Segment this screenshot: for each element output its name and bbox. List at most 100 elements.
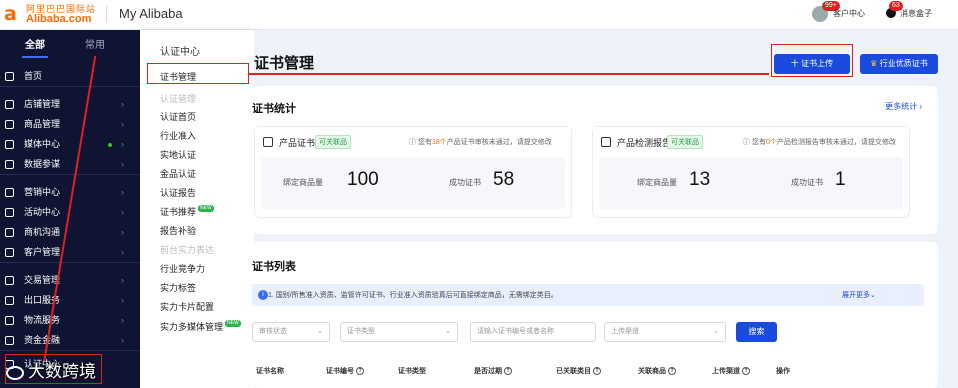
sidebar-item-label: 客户管理 [24, 247, 61, 257]
warning-count[interactable]: 18个 [432, 139, 447, 146]
bound-products-value[interactable]: 13 [689, 169, 710, 191]
chevron-right-icon: › [121, 119, 124, 129]
warning-prefix: 您有 [751, 139, 766, 146]
new-badge: NEW [225, 320, 241, 327]
expand-more-link[interactable]: 展开更多⌄ [842, 290, 876, 300]
keyword-input[interactable]: 请输入证书编号或者名称 [470, 322, 596, 342]
column-header-label: 是否过期 [474, 368, 502, 375]
sidebar-item-4[interactable]: 媒体中心 › [0, 134, 140, 155]
industry-certificate-label: 行业优质证书 [879, 59, 928, 68]
submenu-item-6[interactable]: 金品认证 [160, 167, 196, 180]
table-header: 证书名称 证书编号? 证书类型 是否过期? 已关联类目? 关联商品? 上传渠道? 操作 [252, 366, 924, 384]
type-select[interactable]: 证书类型 ⌄ [340, 322, 458, 342]
submenu-item-12[interactable]: 实力标签 [160, 281, 196, 294]
submenu-item-11[interactable]: 行业竞争力 [160, 262, 205, 275]
certificate-icon [263, 137, 273, 147]
column-header-label: 已关联类目 [556, 368, 591, 375]
channel-select-value: 上传渠道 [611, 328, 639, 335]
help-icon[interactable]: ? [668, 367, 676, 376]
warning-count[interactable]: 0个 [766, 139, 777, 146]
help-icon[interactable]: ? [356, 367, 364, 376]
tab-frequent[interactable]: 常用 [60, 36, 130, 58]
sidebar-item-8[interactable]: 商机沟通 › [0, 222, 140, 243]
sidebar-item-10[interactable]: 交易管理 › [0, 270, 140, 291]
industry-certificate-button[interactable]: ♛ 行业优质证书 [860, 54, 938, 74]
sidebar-item-label: 首页 [24, 71, 43, 81]
submenu-item-label: 实力卡片配置 [160, 302, 215, 312]
stat-name: 产品检测报告 [617, 138, 672, 148]
warning-suffix: 产品证书审核未通过，请提交修改 [446, 139, 552, 146]
main-content: 证书管理 十 证书上传 ♛ 行业优质证书 证书统计 更多统计 › 产品证书 可关… [252, 30, 958, 388]
store-icon [5, 100, 14, 109]
chevron-down-icon: ⌄ [317, 328, 323, 335]
submenu-item-2: 认证管理 [160, 92, 196, 105]
sidebar-item-11[interactable]: 出口服务 › [0, 290, 140, 311]
column-header-label: 操作 [776, 368, 790, 375]
stat-warning: ⓘ 您有0个产品检测报告审核未通过，请提交修改 [743, 139, 896, 146]
submenu-item-label: 报告补验 [160, 226, 197, 236]
column-header-label: 关联商品 [638, 368, 666, 375]
success-certs-label: 成功证书 [449, 178, 481, 187]
submenu-item-9[interactable]: 报告补验 [160, 224, 196, 237]
watermark-text: 大数跨境 [28, 362, 96, 381]
chevron-right-icon: › [121, 187, 124, 197]
message-box-link[interactable]: 消息盒子 [900, 8, 932, 19]
submenu-item-label: 实地认证 [160, 150, 197, 160]
submenu-item-label: 认证报告 [160, 188, 197, 198]
sidebar-item-label: 店铺管理 [24, 99, 61, 109]
submenu-item-label: 证书推荐 [160, 207, 197, 217]
column-header-label: 证书名称 [256, 368, 284, 375]
submenu-item-3[interactable]: 认证首页 [160, 110, 196, 123]
keyword-input-placeholder: 请输入证书编号或者名称 [477, 328, 554, 335]
more-stats-link[interactable]: 更多统计 › [885, 101, 922, 112]
search-button[interactable]: 搜索 [736, 322, 777, 342]
app-title[interactable]: My Alibaba [119, 6, 183, 21]
column-header-label: 证书类型 [398, 368, 426, 375]
customer-center-link[interactable]: 客户中心 [833, 8, 865, 19]
data-icon [5, 160, 14, 169]
sidebar-item-1[interactable]: 首页 [0, 66, 140, 87]
logistics-icon [5, 316, 14, 325]
submenu-item-4[interactable]: 行业准入 [160, 129, 196, 142]
success-certs-value[interactable]: 58 [493, 169, 514, 191]
activity-icon [5, 208, 14, 217]
stat-warning: ⓘ 您有18个产品证书审核未通过，请提交修改 [409, 139, 552, 146]
logo-en-text: Alibaba.com [26, 13, 92, 25]
help-icon[interactable]: ? [504, 367, 512, 376]
chat-icon [5, 228, 14, 237]
info-icon: i [258, 290, 268, 300]
bound-products-value[interactable]: 100 [347, 169, 379, 191]
status-select[interactable]: 审核状态 ⌄ [252, 322, 330, 342]
success-certs-value[interactable]: 1 [835, 169, 846, 191]
chevron-right-icon: › [121, 207, 124, 217]
trade-icon [5, 276, 14, 285]
column-header: 上传渠道? [712, 366, 750, 376]
chevron-right-icon: › [121, 139, 124, 149]
stats-card: 证书统计 更多统计 › 产品证书 可关联品 ⓘ 您有18个产品证书审核未通过，请… [252, 86, 938, 234]
success-certs-label: 成功证书 [791, 178, 823, 187]
sidebar-item-label: 商机沟通 [24, 227, 61, 237]
help-icon[interactable]: ? [742, 367, 750, 376]
marketing-icon [5, 188, 14, 197]
sidebar-item-13[interactable]: 资金金融 › [0, 330, 140, 351]
submenu-item-label: 实力多媒体管理 [160, 322, 224, 332]
finance-icon [5, 336, 14, 345]
sidebar-item-5[interactable]: 数据参谋 › [0, 154, 140, 175]
sidebar-item-2[interactable]: 店铺管理 › [0, 94, 140, 115]
sidebar-item-12[interactable]: 物流服务 › [0, 310, 140, 331]
help-icon[interactable]: ? [593, 367, 601, 376]
sidebar-item-3[interactable]: 商品管理 › [0, 114, 140, 135]
submenu-item-14[interactable]: 实力多媒体管理 NEW [160, 320, 241, 333]
alibaba-logo[interactable]: a 阿里巴巴国际站 Alibaba.com [4, 2, 102, 26]
stats-title: 证书统计 [252, 103, 296, 115]
submenu-item-5[interactable]: 实地认证 [160, 148, 196, 161]
submenu-item-label: 认证首页 [160, 112, 197, 122]
channel-select[interactable]: 上传渠道 ⌄ [604, 322, 726, 342]
sidebar-tabs: 全部 常用 [0, 36, 140, 58]
sidebar-item-9[interactable]: 客户管理 › [0, 242, 140, 263]
chevron-right-icon: › [121, 295, 124, 305]
chevron-right-icon: › [121, 159, 124, 169]
submenu-item-13[interactable]: 实力卡片配置 [160, 300, 214, 313]
submenu-item-8[interactable]: 证书推荐 NEW [160, 205, 214, 218]
submenu-item-7[interactable]: 认证报告 [160, 186, 196, 199]
